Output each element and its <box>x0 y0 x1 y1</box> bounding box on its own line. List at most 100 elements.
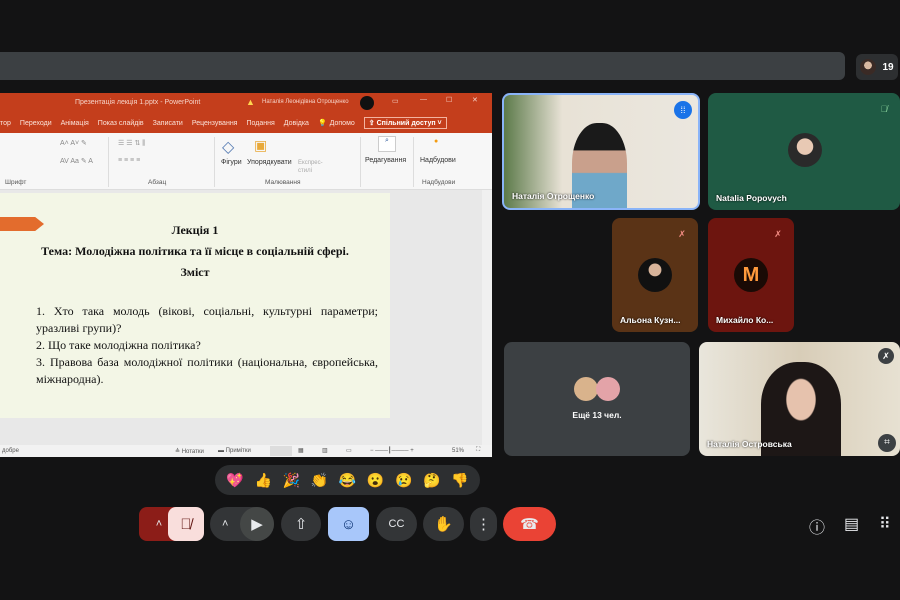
slideshow-button[interactable]: ▭ <box>346 447 352 454</box>
more-participants-label: Ещё 13 чел. <box>572 410 622 420</box>
leave-call-button[interactable]: ☎ <box>503 507 556 541</box>
mic-off-icon: ✗ <box>774 228 782 239</box>
tab-transitions[interactable]: Переходи <box>20 120 52 127</box>
reaction-heart[interactable]: 💖 <box>226 472 243 489</box>
reaction-thumbs-down[interactable]: 👎 <box>451 472 468 489</box>
zoom-slider[interactable]: − ───┃──── + <box>370 447 442 454</box>
activities-icon[interactable]: ⠿ <box>879 514 891 534</box>
share-label: Спільний доступ <box>376 120 436 127</box>
title-bar: Презентація лекція 1.pptx - PowerPoint ▲… <box>0 93 492 113</box>
quick-styles-button[interactable]: Експрес-стилі <box>298 159 326 175</box>
raise-hand-button[interactable]: ✋ <box>423 507 464 541</box>
tab-record[interactable]: Записати <box>153 120 183 127</box>
avatar <box>574 377 598 401</box>
reaction-surprised[interactable]: 😮 <box>367 472 384 489</box>
slide-list-item: Правова база молодіжної політики (націон… <box>36 354 378 388</box>
ribbon: A˄ A˅ ✎ AV Aa ✎ A Шрифт ☰ ☰ ⇅ ⫼ ≡ ≡ ≡ ≡ … <box>0 133 492 190</box>
participant-tile[interactable]: ✗ Альона Кузн... <box>612 218 698 332</box>
slide-list-item: Хто така молодь (вікові, соціальні, куль… <box>36 303 378 337</box>
mic-off-icon: ✗ <box>678 228 686 239</box>
close-button[interactable]: ✕ <box>472 96 478 104</box>
reaction-clap[interactable]: 👏 <box>311 472 328 489</box>
camera-button[interactable]: ▶ <box>240 507 274 541</box>
tab-slideshow[interactable]: Показ слайдів <box>98 120 144 127</box>
tab-constructor[interactable]: тор <box>0 120 11 127</box>
reaction-thinking[interactable]: 🤔 <box>423 472 440 489</box>
avatar <box>596 377 620 401</box>
tab-help[interactable]: Довідка <box>284 120 309 127</box>
avatar: M <box>734 258 768 292</box>
slide[interactable]: Лекція 1 Тема: Молодіжна політика та її … <box>0 193 390 418</box>
reaction-sad[interactable]: 😢 <box>395 472 412 489</box>
arrange-icon: ▣ <box>254 137 268 153</box>
addins-button[interactable]: Надбудови <box>420 157 456 164</box>
minimize-button[interactable]: — <box>420 96 427 103</box>
share-button[interactable]: ⇪ Спільний доступ ˅ <box>363 117 447 129</box>
info-icon[interactable]: ⓘ <box>809 514 825 538</box>
slide-list-item: Що таке молодіжна політика? <box>36 337 378 354</box>
align-controls[interactable]: ≡ ≡ ≡ ≡ <box>118 157 140 164</box>
powerpoint-window: Презентація лекція 1.pptx - PowerPoint ▲… <box>0 93 492 457</box>
fit-slide-button[interactable]: ⛶ <box>476 447 480 454</box>
participant-name: Михайло Ко... <box>716 315 774 325</box>
arrange-button[interactable]: Упорядкувати <box>247 159 292 166</box>
group-font: Шрифт <box>5 179 27 186</box>
ribbon-tabs: тор Переходи Анімація Показ слайдів Запи… <box>0 113 492 133</box>
chat-icon[interactable]: ▤ <box>844 514 859 534</box>
mic-off-button[interactable]: 🎙̸ <box>168 507 204 541</box>
comments-label: Примітки <box>225 448 251 454</box>
notes-button[interactable]: ≜ Нотатки <box>175 448 204 455</box>
participant-name: Наталія Островська <box>707 439 792 449</box>
reading-view-button[interactable]: ▥ <box>322 447 328 454</box>
speaking-icon: ⁞⁞ <box>674 101 692 119</box>
reaction-laugh[interactable]: 😂 <box>339 472 356 489</box>
shapes-icon: ◇ <box>222 139 235 156</box>
participant-name: Natalia Popovych <box>716 193 787 203</box>
paragraph-controls[interactable]: ☰ ☰ ⇅ ⫼ <box>118 139 145 148</box>
captions-button[interactable]: CC <box>376 507 417 541</box>
shapes-button[interactable]: Фігури <box>221 159 242 166</box>
present-button[interactable]: ⇧ <box>281 507 321 541</box>
warning-icon: ▲ <box>246 97 255 107</box>
slide-contents-heading: Зміст <box>180 265 210 279</box>
participant-tile[interactable]: 🎙̸ Natalia Popovych <box>708 93 900 210</box>
maximize-button[interactable]: ☐ <box>446 96 452 104</box>
avatar <box>788 133 822 167</box>
tab-view[interactable]: Подання <box>246 120 274 127</box>
reaction-thumbs-up[interactable]: 👍 <box>254 472 271 489</box>
more-options-button[interactable]: ⋮ <box>470 507 497 541</box>
reactions-bar: 💖 👍 🎉 👏 😂 😮 😢 🤔 👎 <box>215 465 480 495</box>
tab-animation[interactable]: Анімація <box>61 120 89 127</box>
tab-review[interactable]: Рецензування <box>192 120 238 127</box>
window-title: Презентація лекція 1.pptx - PowerPoint <box>75 99 201 106</box>
reactions-button[interactable]: ☺ <box>328 507 369 541</box>
font-format-controls[interactable]: AV Aa ✎ A <box>60 157 93 165</box>
font-controls[interactable]: A˄ A˅ ✎ <box>60 139 87 147</box>
comments-button[interactable]: ▬ Примітки <box>218 448 251 454</box>
crop-icon[interactable]: ⌗ <box>878 434 896 452</box>
search-icon: ⌕ <box>378 136 396 152</box>
notes-label: Нотатки <box>181 449 204 455</box>
ribbon-display-icon[interactable]: ▭ <box>392 97 399 105</box>
participants-button[interactable]: 19 <box>856 54 898 80</box>
zoom-level: 51% <box>452 448 465 454</box>
reaction-party[interactable]: 🎉 <box>283 472 300 489</box>
group-paragraph: Абзац <box>148 179 167 186</box>
tab-tell-me[interactable]: Допомо <box>330 120 355 127</box>
editing-button[interactable]: Редагування <box>365 157 406 164</box>
group-drawing: Малювання <box>265 179 301 186</box>
participant-tile[interactable]: ✗ ⌗ Наталія Островська <box>699 342 900 456</box>
participant-name: Альона Кузн... <box>620 315 681 325</box>
lightbulb-icon: 💡 <box>317 120 327 127</box>
slide-sorter-button[interactable]: ▦ <box>298 447 304 454</box>
slide-list: Хто така молодь (вікові, соціальні, куль… <box>36 303 378 388</box>
participant-tile[interactable]: M ✗ Михайло Ко... <box>708 218 794 332</box>
user-name: Наталія Леонідівна Отрощенко <box>262 99 349 105</box>
vertical-scrollbar[interactable] <box>482 190 492 445</box>
addins-icon: ● <box>434 138 439 145</box>
participant-tile[interactable]: ⁞⁞ Наталія Отрощенко <box>502 93 700 210</box>
avatar <box>860 59 877 75</box>
more-participants-tile[interactable]: Ещё 13 чел. <box>504 342 690 456</box>
user-avatar <box>360 96 374 110</box>
normal-view-button[interactable] <box>270 446 292 456</box>
